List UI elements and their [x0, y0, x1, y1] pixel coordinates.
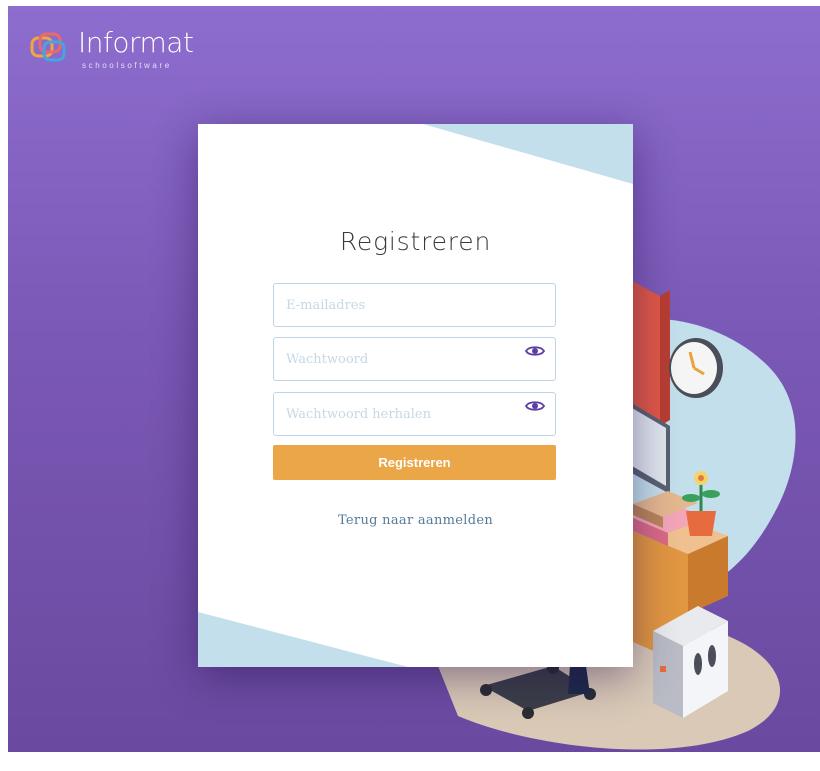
brand-name: Informat — [78, 26, 194, 59]
logo-mark-icon — [30, 32, 66, 62]
back-to-login-link[interactable]: Terug naar aanmelden — [198, 513, 633, 528]
email-field-wrapper — [273, 283, 556, 327]
password-field-wrapper — [273, 337, 556, 381]
clock-illustration — [669, 338, 723, 398]
brand-tagline: schoolsoftware — [82, 61, 172, 70]
password-repeat-field[interactable] — [274, 393, 555, 435]
page-title: Registreren — [339, 227, 492, 256]
page-background: Informat schoolsoftware Registreren E-ma… — [8, 6, 820, 752]
password-repeat-field-wrapper — [273, 392, 556, 436]
password-field[interactable] — [274, 338, 555, 380]
eye-icon[interactable] — [525, 399, 545, 413]
register-card: Registreren Registreren Terug naar aanme… — [198, 124, 633, 667]
register-button[interactable]: Registreren — [273, 445, 556, 480]
brand-logo[interactable]: Informat schoolsoftware — [30, 26, 200, 78]
eye-icon[interactable] — [525, 344, 545, 358]
email-field[interactable] — [274, 284, 555, 326]
